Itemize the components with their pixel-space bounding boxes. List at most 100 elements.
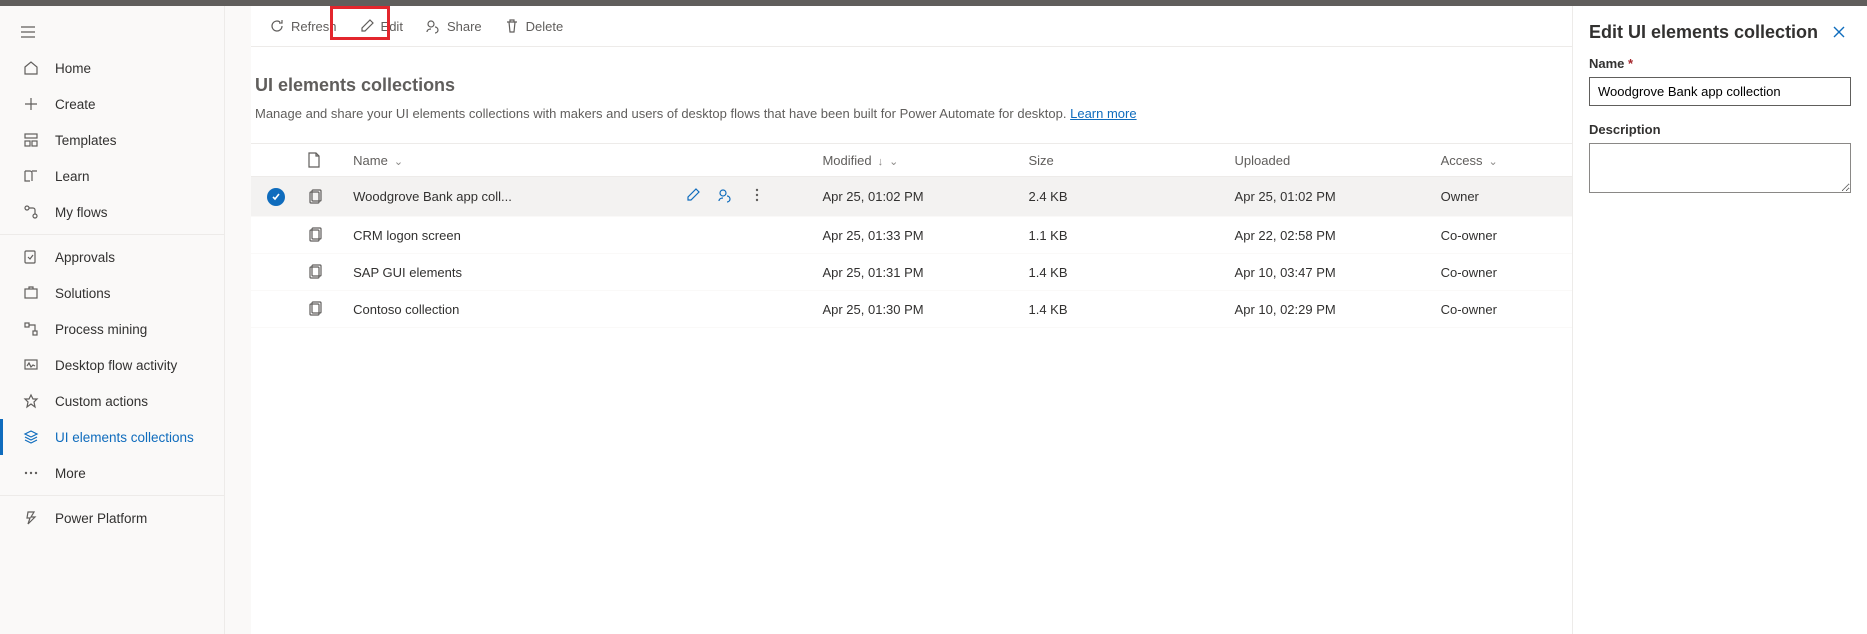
column-size[interactable]: Size: [1023, 144, 1229, 177]
collection-icon: [307, 189, 341, 205]
sort-desc-icon: ↓: [878, 156, 884, 168]
templates-icon: [23, 132, 39, 148]
edit-panel: Edit UI elements collection Name * Descr…: [1572, 6, 1867, 634]
row-uploaded: Apr 22, 02:58 PM: [1229, 217, 1435, 254]
row-modified: Apr 25, 01:02 PM: [816, 177, 1022, 217]
sidebar-item-custom-actions[interactable]: Custom actions: [0, 383, 224, 419]
row-access: Owner: [1435, 177, 1572, 217]
sidebar-item-label: Process mining: [55, 322, 147, 337]
column-access[interactable]: Access⌄: [1435, 144, 1572, 177]
learn-more-link[interactable]: Learn more: [1070, 106, 1136, 121]
menu-toggle[interactable]: [0, 14, 224, 50]
sidebar-item-desktop-flow-activity[interactable]: Desktop flow activity: [0, 347, 224, 383]
sidebar-item-label: My flows: [55, 205, 108, 220]
panel-close-button[interactable]: [1827, 20, 1851, 44]
row-name[interactable]: Contoso collection: [347, 291, 679, 328]
sidebar-item-solutions[interactable]: Solutions: [0, 275, 224, 311]
sidebar-item-power-platform[interactable]: Power Platform: [0, 500, 224, 536]
row-share-icon[interactable]: [717, 187, 733, 203]
flow-icon: [23, 204, 39, 220]
sidebar-item-label: Solutions: [55, 286, 111, 301]
column-uploaded[interactable]: Uploaded: [1229, 144, 1435, 177]
column-modified[interactable]: Modified↓⌄: [816, 144, 1022, 177]
refresh-button[interactable]: Refresh: [259, 12, 347, 40]
row-size: 1.4 KB: [1023, 291, 1229, 328]
delete-button[interactable]: Delete: [494, 12, 574, 40]
row-size: 1.4 KB: [1023, 254, 1229, 291]
description-label: Description: [1589, 122, 1851, 137]
power-platform-icon: [23, 510, 39, 526]
column-select[interactable]: [251, 144, 301, 177]
row-edit-icon[interactable]: [685, 187, 701, 203]
row-access: Co-owner: [1435, 254, 1572, 291]
sidebar: Home Create Templates Learn My flows App…: [0, 6, 225, 634]
hamburger-icon: [20, 24, 36, 40]
collection-icon: [307, 227, 341, 243]
sidebar-item-label: UI elements collections: [55, 430, 194, 445]
collection-icon: [307, 264, 341, 280]
row-name[interactable]: Woodgrove Bank app coll...: [347, 177, 679, 217]
toolbar-label: Share: [447, 19, 482, 34]
sidebar-item-label: Learn: [55, 169, 90, 184]
more-icon: [23, 465, 39, 481]
share-button[interactable]: Share: [415, 12, 492, 40]
row-more-icon[interactable]: [749, 187, 765, 203]
row-uploaded: Apr 10, 03:47 PM: [1229, 254, 1435, 291]
sidebar-item-ui-elements-collections[interactable]: UI elements collections: [0, 419, 224, 455]
sidebar-item-templates[interactable]: Templates: [0, 122, 224, 158]
sidebar-item-process-mining[interactable]: Process mining: [0, 311, 224, 347]
plus-icon: [23, 96, 39, 112]
table-row[interactable]: CRM logon screen Apr 25, 01:33 PM 1.1 KB…: [251, 217, 1572, 254]
sidebar-item-label: Approvals: [55, 250, 115, 265]
sidebar-item-label: More: [55, 466, 86, 481]
custom-actions-icon: [23, 393, 39, 409]
ui-elements-icon: [23, 429, 39, 445]
share-icon: [425, 18, 441, 34]
page-description: Manage and share your UI elements collec…: [255, 106, 1572, 143]
row-size: 1.1 KB: [1023, 217, 1229, 254]
table-row[interactable]: Woodgrove Bank app coll... Apr 25, 01:02…: [251, 177, 1572, 217]
sidebar-item-myflows[interactable]: My flows: [0, 194, 224, 230]
sidebar-item-label: Desktop flow activity: [55, 358, 177, 373]
chevron-down-icon: ⌄: [1489, 156, 1498, 168]
sidebar-item-learn[interactable]: Learn: [0, 158, 224, 194]
description-textarea[interactable]: [1589, 143, 1851, 193]
name-input[interactable]: [1589, 77, 1851, 106]
sidebar-item-create[interactable]: Create: [0, 86, 224, 122]
edit-icon: [359, 18, 375, 34]
solutions-icon: [23, 285, 39, 301]
column-name[interactable]: Name⌄: [347, 144, 679, 177]
approvals-icon: [23, 249, 39, 265]
delete-icon: [504, 18, 520, 34]
row-uploaded: Apr 10, 02:29 PM: [1229, 291, 1435, 328]
sidebar-item-label: Templates: [55, 133, 117, 148]
sidebar-item-label: Create: [55, 97, 96, 112]
refresh-icon: [269, 18, 285, 34]
row-name[interactable]: CRM logon screen: [347, 217, 679, 254]
sidebar-item-approvals[interactable]: Approvals: [0, 239, 224, 275]
sidebar-item-label: Custom actions: [55, 394, 148, 409]
row-selected-check[interactable]: [267, 188, 285, 206]
row-uploaded: Apr 25, 01:02 PM: [1229, 177, 1435, 217]
toolbar-label: Delete: [526, 19, 564, 34]
toolbar-label: Refresh: [291, 19, 337, 34]
chevron-down-icon: ⌄: [394, 156, 403, 168]
row-name[interactable]: SAP GUI elements: [347, 254, 679, 291]
collection-icon: [307, 301, 341, 317]
table-row[interactable]: SAP GUI elements Apr 25, 01:31 PM 1.4 KB…: [251, 254, 1572, 291]
row-size: 2.4 KB: [1023, 177, 1229, 217]
main-content: Refresh Edit Share Delete UI elements co…: [251, 6, 1572, 634]
table-row[interactable]: Contoso collection Apr 25, 01:30 PM 1.4 …: [251, 291, 1572, 328]
activity-icon: [23, 357, 39, 373]
home-icon: [23, 60, 39, 76]
edit-button[interactable]: Edit: [349, 12, 413, 40]
book-icon: [23, 168, 39, 184]
row-access: Co-owner: [1435, 217, 1572, 254]
close-icon: [1832, 25, 1846, 39]
name-label: Name *: [1589, 56, 1851, 71]
chevron-down-icon: ⌄: [889, 156, 898, 168]
sidebar-item-label: Power Platform: [55, 511, 147, 526]
sidebar-item-home[interactable]: Home: [0, 50, 224, 86]
sidebar-item-more[interactable]: More: [0, 455, 224, 491]
row-modified: Apr 25, 01:30 PM: [816, 291, 1022, 328]
